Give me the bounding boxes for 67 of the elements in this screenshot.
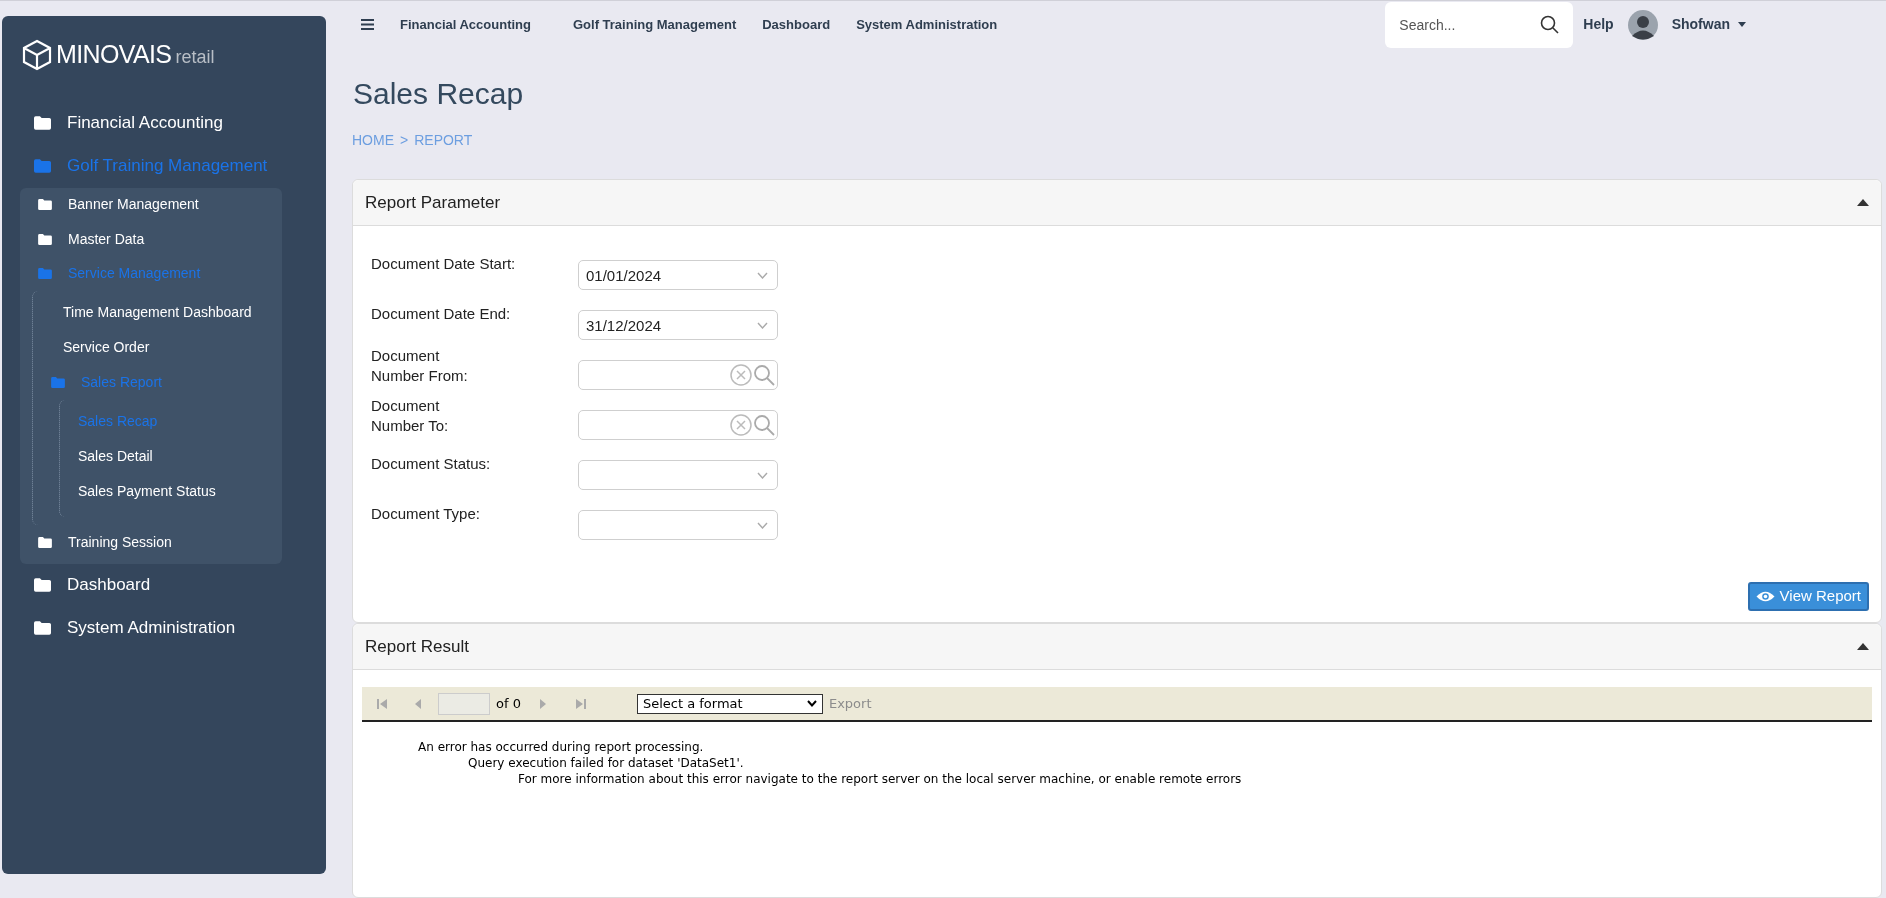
dropdown-field[interactable] — [578, 510, 778, 540]
nav-link[interactable]: Financial Accounting — [400, 14, 531, 35]
clear-icon[interactable] — [730, 414, 752, 436]
field-label: Document Date End: — [371, 304, 512, 324]
nav-link[interactable]: Golf Training Management — [573, 14, 737, 35]
dropdown-field[interactable] — [578, 460, 778, 490]
search-field[interactable]: Search... — [1385, 2, 1574, 48]
chevron-down-icon[interactable] — [757, 522, 768, 529]
field-label: Document Status: — [371, 454, 492, 474]
help-link[interactable]: Help — [1583, 14, 1614, 35]
chevron-down-icon[interactable] — [757, 272, 768, 279]
menu-icon[interactable] — [361, 19, 374, 30]
nav-link[interactable]: Dashboard — [762, 14, 831, 35]
nav-item[interactable]: Financial Accounting — [2, 101, 326, 145]
last-page-icon[interactable] — [574, 697, 587, 710]
folder-icon — [34, 578, 51, 592]
caret-icon — [1738, 22, 1746, 27]
logo-text: MINOVAIS — [56, 39, 172, 70]
chevron-down-icon[interactable] — [757, 322, 768, 329]
collapse-icon[interactable] — [1857, 643, 1869, 650]
folder-icon — [38, 536, 52, 548]
nav-item[interactable]: Sales Payment Status — [60, 474, 282, 509]
field-label: Document Number From: — [371, 346, 469, 386]
panel-title: Report Result — [365, 635, 469, 658]
field-label: Document Number To: — [371, 396, 450, 436]
folder-icon — [38, 268, 52, 280]
first-page-icon[interactable] — [376, 697, 388, 710]
nav-item[interactable]: Training Session — [20, 525, 282, 560]
chevron-down-icon — [806, 700, 817, 707]
folder-icon — [34, 159, 51, 173]
lookup-field[interactable] — [578, 410, 778, 440]
folder-icon — [38, 233, 52, 245]
page-count: of 0 — [496, 694, 521, 713]
error-message: An error has occurred during report processing. — [418, 740, 704, 754]
nav-item[interactable]: Sales Detail — [60, 439, 282, 474]
collapse-icon[interactable] — [1857, 199, 1869, 206]
avatar-icon[interactable] — [1627, 9, 1658, 40]
user-menu[interactable]: Shofwan — [1671, 14, 1746, 35]
folder-icon — [38, 199, 52, 211]
chevron-down-icon[interactable] — [757, 472, 768, 479]
error-message: Query execution failed for dataset 'DataSet1'. — [468, 756, 744, 770]
folder-icon — [51, 377, 65, 388]
nav-item[interactable]: System Administration — [2, 606, 326, 650]
cube-logo-icon — [22, 38, 52, 71]
nav-item[interactable]: Time Management Dashboard — [33, 295, 282, 330]
format-dropdown[interactable]: Select a format — [636, 693, 823, 714]
next-page-icon[interactable] — [538, 697, 547, 710]
search-icon[interactable] — [1540, 15, 1560, 34]
nav-item[interactable]: Dashboard — [2, 563, 326, 607]
nav-item[interactable]: Banner Management — [20, 187, 282, 222]
folder-icon — [34, 116, 51, 130]
clear-icon[interactable] — [730, 364, 752, 386]
page-title: Sales Recap — [353, 79, 525, 109]
nav-item[interactable]: Master Data — [20, 222, 282, 257]
nav-link[interactable]: System Administration — [856, 14, 998, 35]
panel-title: Report Parameter — [365, 191, 501, 214]
nav-item[interactable]: Service Order — [33, 330, 282, 365]
lookup-field[interactable] — [578, 360, 778, 390]
eye-icon — [1755, 590, 1775, 603]
date-field[interactable]: 01/01/2024 — [578, 260, 778, 290]
folder-icon — [34, 621, 51, 635]
date-field[interactable]: 31/12/2024 — [578, 310, 778, 340]
error-message: For more information about this error navigate to the report server on the local server machine, or enable remote errors — [518, 772, 1242, 786]
field-label: Document Type: — [371, 504, 481, 524]
previous-page-icon[interactable] — [414, 697, 422, 710]
field-label: Document Date Start: — [371, 254, 517, 274]
logo-suffix: retail — [175, 46, 215, 70]
